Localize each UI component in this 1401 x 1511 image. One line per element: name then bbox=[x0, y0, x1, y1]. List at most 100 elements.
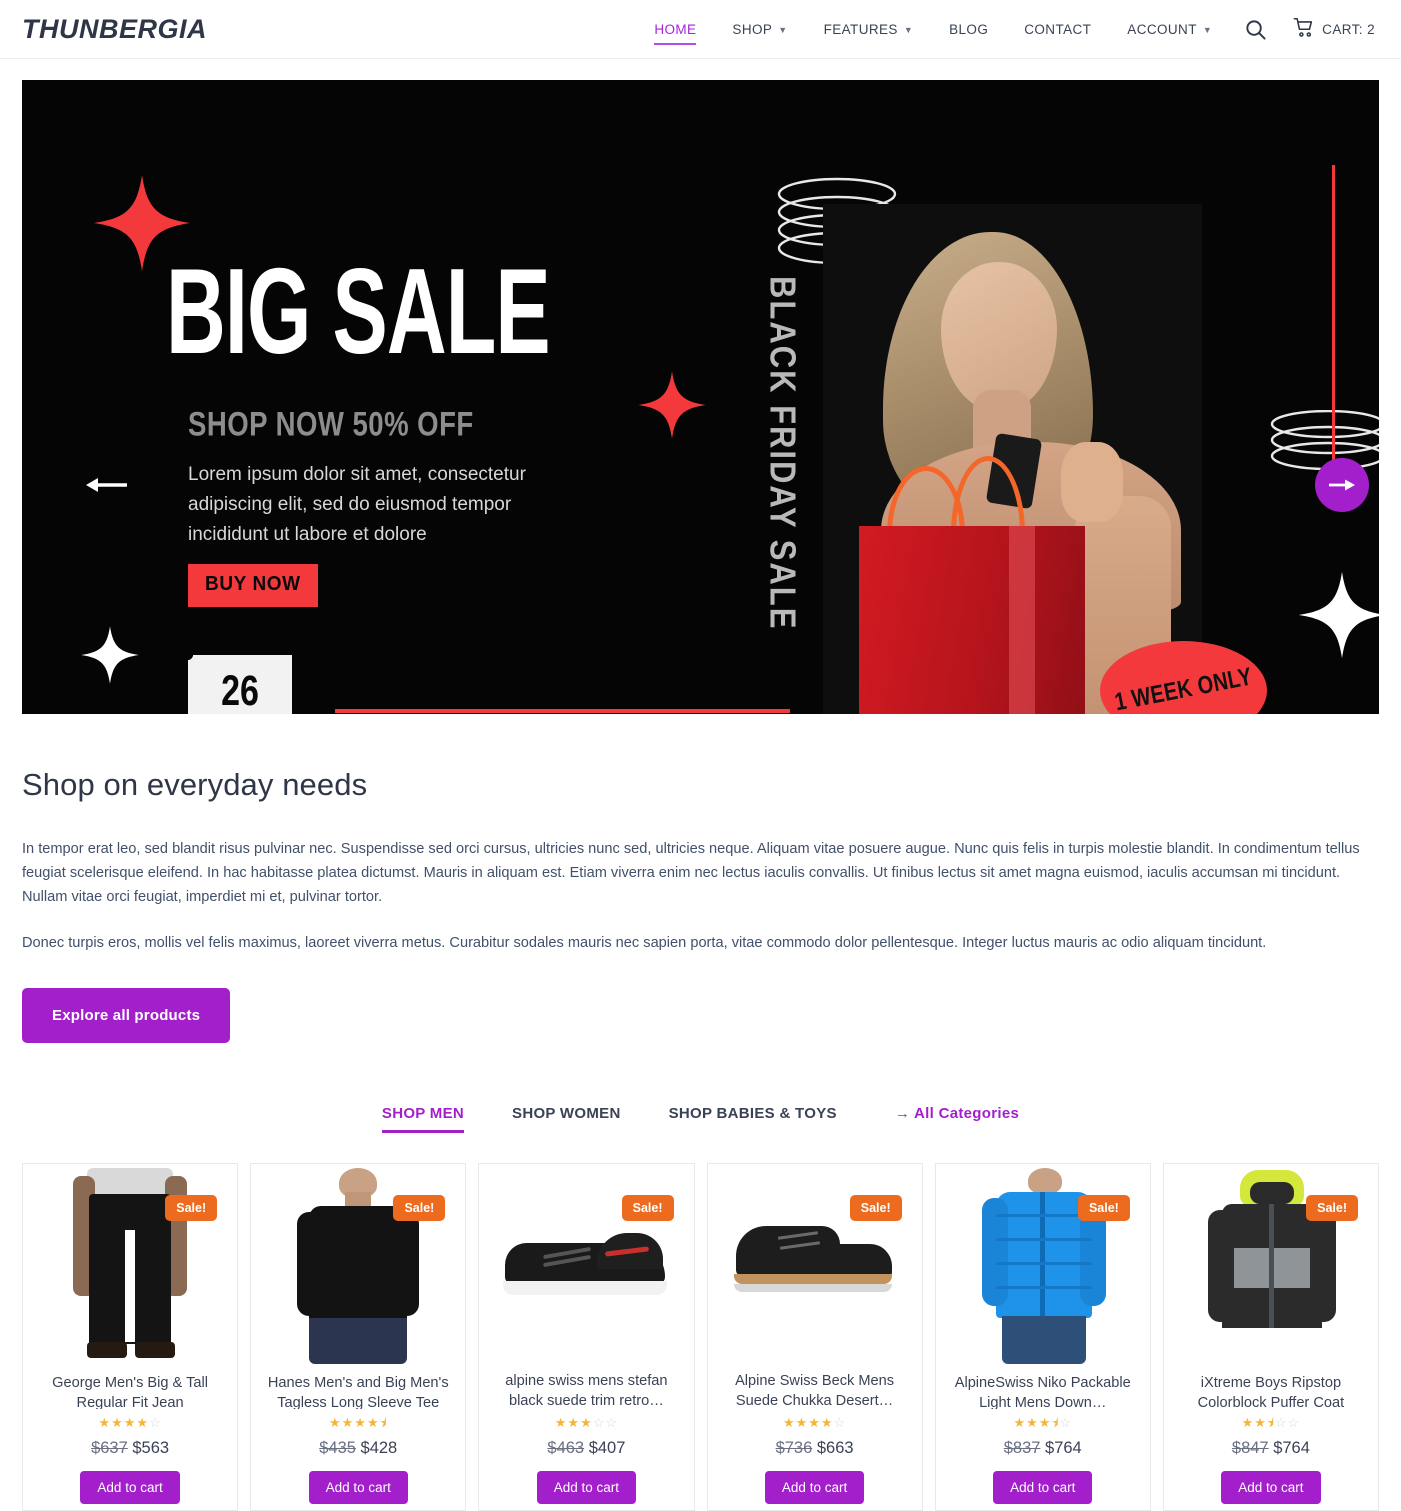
new-price: $563 bbox=[132, 1439, 170, 1457]
nav-item-shop[interactable]: SHOP ▼ bbox=[714, 9, 805, 49]
chevron-down-icon: ▼ bbox=[903, 25, 914, 35]
sneaker-artwork bbox=[501, 1225, 671, 1305]
product-price: $637 $563 bbox=[91, 1439, 169, 1458]
stamp-day: 26 bbox=[221, 666, 259, 714]
shop-paragraph-2: Donec turpis eros, mollis vel felis maxi… bbox=[22, 935, 1267, 951]
new-price: $663 bbox=[816, 1439, 854, 1457]
tab-active-underline bbox=[381, 1130, 465, 1133]
rating-stars: ★★★⯨☆ bbox=[1013, 1415, 1072, 1430]
old-price: $847 bbox=[1231, 1439, 1269, 1457]
rating-stars: ★★★★☆ bbox=[98, 1415, 162, 1430]
tab-label: → All Categories bbox=[894, 1105, 1020, 1122]
sale-badge: Sale! bbox=[1077, 1195, 1130, 1221]
add-to-cart-button[interactable]: Add to cart bbox=[308, 1471, 408, 1504]
old-price: $837 bbox=[1003, 1439, 1041, 1457]
tab-shop-women[interactable]: SHOP WOMEN bbox=[488, 1105, 645, 1133]
product-card[interactable]: Sale! iXtreme Boys Ripstop Colorblock Pu… bbox=[1162, 1163, 1379, 1511]
tab-label: SHOP MEN bbox=[381, 1105, 465, 1122]
nav-item-label: BLOG bbox=[949, 21, 989, 37]
rating-stars: ★★⯨☆☆ bbox=[1241, 1415, 1301, 1430]
white-star-icon bbox=[1297, 570, 1379, 660]
add-to-cart-button[interactable]: Add to cart bbox=[536, 1471, 637, 1504]
sale-badge: Sale! bbox=[393, 1195, 446, 1221]
nav-item-contact[interactable]: CONTACT bbox=[1006, 9, 1109, 49]
rating-stars: ★★★★☆ bbox=[782, 1415, 847, 1430]
hero-subtitle: SHOP NOW 50% OFF bbox=[188, 406, 474, 444]
chevron-down-icon: ▼ bbox=[778, 25, 788, 35]
week-only-label: 1 WEEK ONLY bbox=[1112, 663, 1255, 714]
search-icon[interactable] bbox=[1230, 18, 1281, 41]
product-card[interactable]: Sale! George Men's Big & Tall Regular Fi… bbox=[22, 1163, 239, 1511]
hero-photo bbox=[823, 204, 1202, 714]
slider-next-button[interactable] bbox=[1315, 458, 1369, 512]
product-price: $435 $428 bbox=[319, 1439, 397, 1458]
product-title: Hanes Men's and Big Men's Tagless Long S… bbox=[267, 1375, 449, 1409]
rating-stars: ★★★☆☆ bbox=[554, 1415, 619, 1430]
cart-button[interactable]: CART: 2 bbox=[1281, 17, 1379, 41]
product-price: $463 $407 bbox=[547, 1439, 625, 1458]
nav-item-label: ACCOUNT bbox=[1127, 21, 1197, 37]
old-price: $463 bbox=[547, 1439, 585, 1457]
new-price: $428 bbox=[360, 1439, 398, 1457]
cart-icon bbox=[1293, 17, 1315, 41]
category-tabs: SHOP MEN SHOP WOMEN SHOP BABIES & TOYS →… bbox=[0, 1105, 1401, 1133]
nav-item-label: HOME bbox=[654, 21, 697, 37]
hero-title: BIG SALE bbox=[166, 245, 551, 381]
add-to-cart-button[interactable]: Add to cart bbox=[993, 1471, 1093, 1504]
sale-badge: Sale! bbox=[621, 1195, 674, 1221]
nav-item-label: CONTACT bbox=[1024, 21, 1092, 37]
white-star-icon bbox=[80, 625, 140, 685]
red-divider-line bbox=[335, 709, 790, 713]
page-title: Shop on everyday needs bbox=[22, 767, 368, 802]
black-friday-vertical-text: BLACK FRIDAY SALE bbox=[762, 276, 804, 631]
nav-item-label: FEATURES bbox=[823, 21, 898, 37]
product-price: $736 $663 bbox=[776, 1439, 854, 1458]
add-to-cart-button[interactable]: Add to cart bbox=[764, 1471, 865, 1504]
nav-item-home[interactable]: HOME bbox=[636, 9, 714, 49]
boot-artwork bbox=[730, 1222, 900, 1308]
add-to-cart-button[interactable]: Add to cart bbox=[80, 1471, 180, 1504]
shop-section: Shop on everyday needs In tempor erat le… bbox=[0, 767, 1401, 1043]
product-card[interactable]: Sale! Hanes Men's and Big Men's Tagless … bbox=[250, 1163, 467, 1511]
hero-description: Lorem ipsum dolor sit amet, consectetur … bbox=[188, 464, 526, 545]
product-price: $847 $764 bbox=[1232, 1439, 1310, 1458]
old-price: $637 bbox=[91, 1439, 128, 1457]
old-price: $435 bbox=[319, 1439, 356, 1457]
product-grid: Sale! George Men's Big & Tall Regular Fi… bbox=[0, 1163, 1401, 1511]
date-stamp: 26 NOV bbox=[188, 655, 292, 714]
tab-label: SHOP BABIES & TOYS bbox=[668, 1105, 837, 1122]
active-underline bbox=[654, 43, 697, 45]
sale-badge: Sale! bbox=[849, 1195, 902, 1221]
product-card[interactable]: Sale! Alpine Swiss Beck Mens Suede Chukk… bbox=[706, 1163, 923, 1511]
chevron-down-icon: ▼ bbox=[1202, 25, 1213, 35]
new-price: $764 bbox=[1045, 1439, 1082, 1457]
rating-stars: ★★★★⯨ bbox=[328, 1415, 388, 1430]
tab-shop-babies-toys[interactable]: SHOP BABIES & TOYS bbox=[645, 1105, 861, 1133]
product-card[interactable]: Sale! AlpineSwiss Niko Packable Light Me… bbox=[934, 1163, 1151, 1511]
sale-badge: Sale! bbox=[165, 1195, 218, 1221]
shop-paragraph-1: In tempor erat leo, sed blandit risus pu… bbox=[22, 841, 1360, 905]
sale-badge: Sale! bbox=[1306, 1195, 1358, 1221]
nav-item-blog[interactable]: BLOG bbox=[931, 9, 1006, 49]
explore-all-products-button[interactable]: Explore all products bbox=[22, 988, 231, 1043]
nav-item-label: SHOP bbox=[732, 21, 773, 37]
product-card[interactable]: Sale! alpine swiss mens stefan black sue… bbox=[478, 1163, 695, 1511]
nav-item-account[interactable]: ACCOUNT ▼ bbox=[1109, 9, 1230, 49]
red-star-icon bbox=[637, 370, 707, 440]
red-vertical-line bbox=[1332, 165, 1335, 487]
product-title: iXtreme Boys Ripstop Colorblock Puffer C… bbox=[1197, 1375, 1345, 1409]
nav-item-features[interactable]: FEATURES ▼ bbox=[806, 9, 932, 49]
tab-label: SHOP WOMEN bbox=[512, 1105, 621, 1122]
product-title: AlpineSwiss Niko Packable Light Mens Dow… bbox=[954, 1375, 1131, 1409]
new-price: $764 bbox=[1273, 1439, 1310, 1457]
cart-label: CART: 2 bbox=[1322, 21, 1375, 37]
tab-shop-men[interactable]: SHOP MEN bbox=[358, 1105, 488, 1133]
product-title: alpine swiss mens stefan black suede tri… bbox=[505, 1373, 668, 1409]
site-header: THUNBERGIA HOME SHOP ▼ FEATURES ▼ BLOG C… bbox=[0, 0, 1401, 59]
add-to-cart-button[interactable]: Add to cart bbox=[1221, 1471, 1321, 1504]
buy-now-button[interactable]: BUY NOW bbox=[188, 563, 318, 608]
new-price: $407 bbox=[588, 1439, 626, 1457]
slider-prev-button[interactable] bbox=[82, 468, 130, 502]
tab-all-categories-link[interactable]: → All Categories bbox=[861, 1105, 1043, 1133]
brand-logo[interactable]: THUNBERGIA bbox=[22, 14, 207, 45]
